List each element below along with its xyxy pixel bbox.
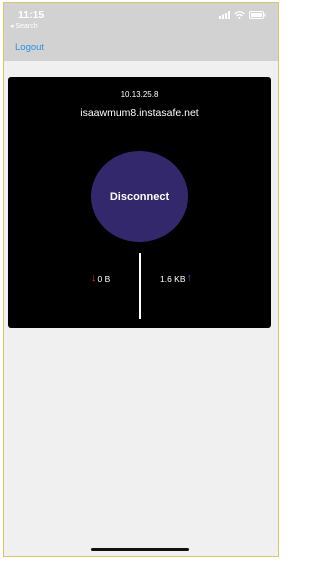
signal-icon: [219, 11, 230, 19]
download-value: 0 B: [97, 273, 111, 284]
download-arrow-icon: ↓: [91, 272, 97, 284]
phone-screen: 11:15 ◂ Search Logout 10.13.25.8 isaawmu…: [3, 2, 279, 557]
status-icons: [219, 11, 266, 19]
back-to-search-link[interactable]: ◂ Search: [10, 22, 38, 30]
disconnect-button[interactable]: Disconnect: [91, 151, 188, 242]
download-stat: ↓ 0 B: [91, 273, 110, 284]
disconnect-label: Disconnect: [109, 190, 170, 203]
home-indicator[interactable]: [91, 548, 189, 551]
stats-divider: [139, 253, 141, 319]
upload-arrow-icon: ↑: [186, 272, 193, 284]
logout-button[interactable]: Logout: [15, 42, 44, 53]
upload-stat: 1.6 KB ↑: [160, 273, 192, 284]
status-time: 11:15: [18, 9, 45, 21]
top-bar: 11:15 ◂ Search Logout: [4, 3, 278, 61]
battery-icon: [249, 11, 266, 19]
ip-address: 10.13.25.8: [120, 90, 159, 99]
wifi-icon: [234, 11, 245, 19]
host-name: isaawmum8.instasafe.net: [80, 107, 199, 119]
upload-value: 1.6 KB: [160, 273, 186, 284]
vpn-connection-card: 10.13.25.8 isaawmum8.instasafe.net Disco…: [8, 77, 271, 328]
